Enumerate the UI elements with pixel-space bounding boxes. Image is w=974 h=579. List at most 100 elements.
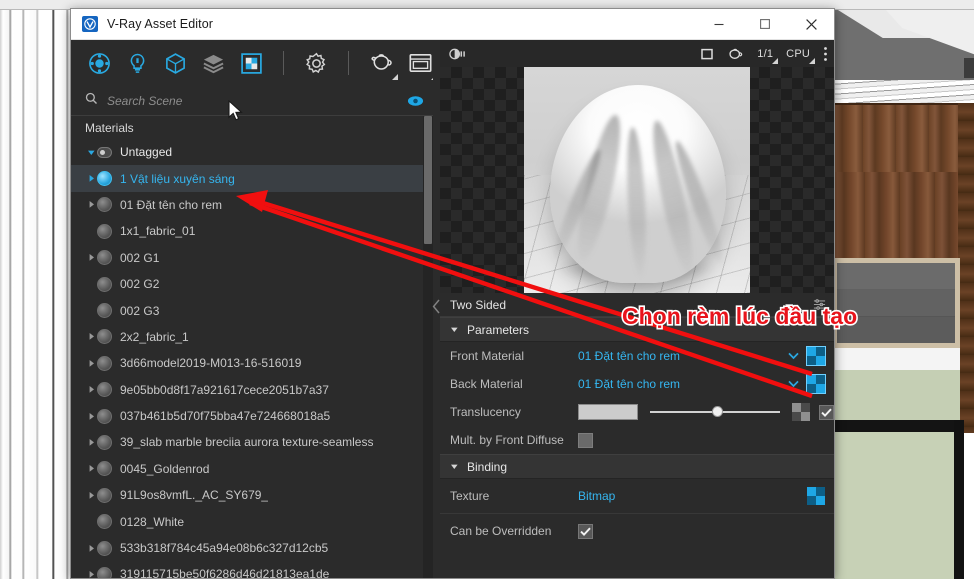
list-item-material[interactable]: 2x2_fabric_1	[71, 324, 423, 350]
material-swatch	[97, 488, 112, 503]
vray-logo-icon	[82, 16, 98, 32]
property-row-can-be-overridden[interactable]: Can be Overridden	[440, 514, 834, 548]
chevron-right-icon[interactable]	[85, 253, 97, 262]
group-title: Parameters	[467, 323, 529, 337]
scrollbar-thumb[interactable]	[424, 116, 432, 244]
material-list[interactable]: Materials Untagged 1 Vật liệu xuyên sáng	[71, 116, 433, 578]
chevron-right-icon[interactable]	[85, 570, 97, 578]
list-item-label: 002 G1	[120, 251, 159, 265]
texture-map-icon[interactable]	[807, 487, 825, 505]
chevron-right-icon[interactable]	[85, 174, 97, 183]
list-item-material[interactable]: 037b461b5d70f75bba47e724668018a5	[71, 403, 423, 429]
engine-dropdown-arrow[interactable]	[809, 58, 815, 64]
chevron-right-icon[interactable]	[85, 200, 97, 209]
search-icon	[85, 92, 99, 110]
material-swatch	[97, 303, 112, 318]
list-item-material[interactable]: 9e05bb0d8f17a921617cece2051b7a37	[71, 377, 423, 403]
ratio-dropdown-arrow[interactable]	[772, 58, 778, 64]
list-item-label: 2x2_fabric_1	[120, 330, 189, 344]
translucency-color-swatch[interactable]	[578, 404, 638, 420]
light-bulb-icon[interactable]	[125, 50, 149, 77]
texture-map-icon[interactable]	[807, 347, 825, 365]
material-preview-area[interactable]	[440, 67, 834, 293]
chevron-right-icon[interactable]	[85, 491, 97, 500]
chevron-down-icon[interactable]	[450, 460, 459, 474]
can-be-overridden-checkbox[interactable]	[578, 524, 593, 539]
list-item-material[interactable]: 0128_White	[71, 508, 423, 534]
chevron-right-icon[interactable]	[85, 332, 97, 341]
toolbar-separator-1	[283, 51, 284, 75]
chevron-right-icon[interactable]	[85, 385, 97, 394]
texture-map-icon[interactable]	[792, 403, 810, 421]
checker-texture-icon[interactable]	[239, 50, 263, 77]
list-item-material[interactable]: 002 G1	[71, 245, 423, 271]
list-item-material[interactable]: 3d66model2019-M013-16-516019	[71, 350, 423, 376]
translucency-slider[interactable]	[650, 404, 780, 420]
list-item-material-selected[interactable]: 1 Vật liệu xuyên sáng	[71, 165, 423, 191]
maximize-icon[interactable]	[742, 9, 788, 40]
teapot-dropdown-arrow[interactable]	[392, 74, 398, 80]
slider-knob[interactable]	[712, 406, 723, 417]
minimize-icon[interactable]	[696, 9, 742, 40]
search-input[interactable]	[107, 94, 405, 108]
chevron-right-icon[interactable]	[85, 544, 97, 553]
mult-front-diffuse-checkbox[interactable]	[578, 433, 593, 448]
chevron-right-icon[interactable]	[85, 438, 97, 447]
chevron-right-icon[interactable]	[85, 464, 97, 473]
list-item-untagged[interactable]: Untagged	[71, 139, 423, 165]
list-item-material[interactable]: 0045_Goldenrod	[71, 456, 423, 482]
teapot-icon[interactable]	[369, 50, 394, 77]
property-value[interactable]: Bitmap	[578, 489, 807, 503]
frame-window-icon[interactable]	[408, 50, 433, 77]
chevron-right-icon[interactable]	[85, 359, 97, 368]
list-item-material[interactable]: 1x1_fabric_01	[71, 218, 423, 244]
square-preview-icon[interactable]	[700, 44, 714, 64]
gear-icon[interactable]	[304, 50, 328, 77]
list-item-label: Untagged	[120, 145, 172, 159]
list-item-label: 1x1_fabric_01	[120, 224, 195, 238]
list-item-label: 01 Đặt tên cho rem	[120, 198, 222, 212]
list-item-material[interactable]: 319115715be50f6286d46d21813ea1de	[71, 561, 423, 578]
chevron-right-icon[interactable]	[85, 412, 97, 421]
chevron-down-icon[interactable]	[85, 148, 97, 157]
render-ratio-control[interactable]: 1/1	[757, 44, 773, 64]
list-item-label: 39_slab marble breciia aurora texture-se…	[120, 435, 373, 449]
list-item-label: 0128_White	[120, 515, 184, 529]
material-preview-render	[524, 67, 750, 293]
search-bar[interactable]	[71, 86, 433, 116]
property-row-front-material[interactable]: Front Material 01 Đặt tên cho rem	[440, 342, 834, 370]
pane-divider[interactable]	[433, 40, 440, 578]
list-item-material[interactable]: 39_slab marble breciia aurora texture-se…	[71, 429, 423, 455]
translucency-checkbox[interactable]	[819, 405, 834, 420]
property-value[interactable]: 01 Đặt tên cho rem	[578, 349, 788, 363]
list-item-material[interactable]: 002 G2	[71, 271, 423, 297]
close-icon[interactable]	[788, 9, 834, 40]
contrast-toggle-icon[interactable]	[449, 44, 466, 64]
material-list-scrollbar[interactable]	[423, 116, 433, 578]
window-titlebar[interactable]: V-Ray Asset Editor	[71, 9, 834, 40]
cloth-fold	[624, 127, 649, 278]
list-item-material[interactable]: 01 Đặt tên cho rem	[71, 192, 423, 218]
teapot-preview-icon[interactable]	[727, 44, 744, 64]
material-sphere-icon[interactable]	[87, 50, 111, 77]
list-item-material[interactable]: 002 G3	[71, 297, 423, 323]
property-row-texture[interactable]: Texture Bitmap	[440, 479, 834, 513]
group-header-binding[interactable]: Binding	[440, 454, 834, 479]
list-item-material[interactable]: 91L9os8vmfL._AC_SY679_	[71, 482, 423, 508]
viewport-black-divider	[830, 420, 960, 432]
property-row-back-material[interactable]: Back Material 01 Đặt tên cho rem	[440, 370, 834, 398]
eye-toggle-icon[interactable]	[405, 94, 425, 108]
chevron-down-icon[interactable]	[788, 349, 799, 363]
kebab-menu-icon[interactable]	[823, 44, 828, 64]
property-row-translucency[interactable]: Translucency	[440, 398, 834, 426]
property-value[interactable]: 01 Đặt tên cho rem	[578, 377, 788, 391]
list-item-label: 002 G2	[120, 277, 159, 291]
list-item-material[interactable]: 533b318f784c45a94e08b6c327d12cb5	[71, 535, 423, 561]
layers-icon[interactable]	[201, 50, 225, 77]
property-row-mult-front-diffuse[interactable]: Mult. by Front Diffuse	[440, 426, 834, 454]
chevron-down-icon[interactable]	[450, 323, 459, 337]
texture-map-icon[interactable]	[807, 375, 825, 393]
chevron-down-icon[interactable]	[788, 377, 799, 391]
geometry-cube-icon[interactable]	[163, 50, 187, 77]
render-engine-control[interactable]: CPU	[786, 44, 810, 64]
